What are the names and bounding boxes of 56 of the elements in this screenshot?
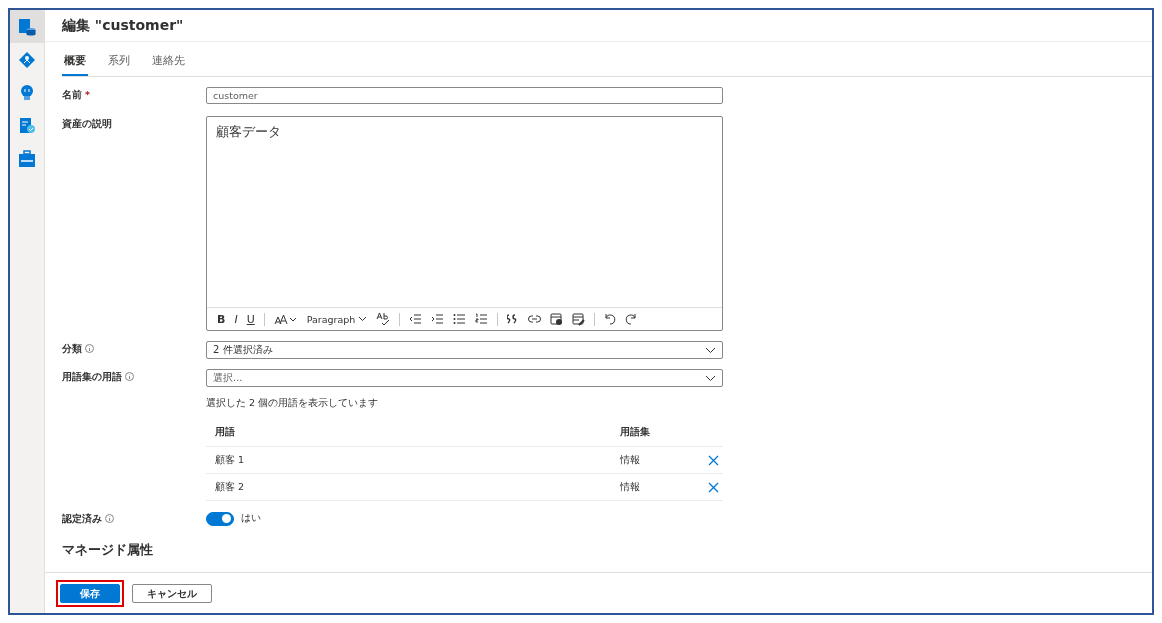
- table-cell-text: 顧客 2: [215, 480, 246, 494]
- bulleted-list-icon[interactable]: [453, 313, 467, 325]
- field-label: 認定済み: [62, 513, 102, 526]
- paragraph-dropdown[interactable]: Paragraph: [306, 313, 368, 325]
- description-text: 顧客データ: [216, 124, 281, 139]
- chevron-down-icon: [705, 346, 716, 354]
- tab[interactable]: 系列: [106, 54, 132, 74]
- numbered-list-icon[interactable]: [475, 313, 489, 325]
- spellcheck-icon[interactable]: [376, 312, 391, 326]
- diamond-icon: [18, 50, 36, 69]
- classification-dropdown[interactable]: 2 件選択済み: [206, 341, 723, 359]
- cancel-button[interactable]: キャンセル: [132, 583, 212, 603]
- chevron-down-icon: [358, 316, 368, 322]
- toggle-switch[interactable]: [206, 511, 234, 526]
- toggle-label: はい: [241, 512, 261, 525]
- column-header: 用語: [215, 425, 236, 439]
- tab[interactable]: 連絡先: [150, 54, 187, 74]
- name-input[interactable]: customer: [206, 87, 723, 104]
- section-heading: マネージド属性: [62, 542, 154, 559]
- selection-note: 選択した 2 個の用語を表示しています: [206, 397, 380, 410]
- data-asset-icon: [18, 17, 36, 36]
- toolbox-icon: [18, 149, 36, 168]
- certificate-icon: [18, 116, 36, 135]
- table-cell-text: 顧客 1: [215, 453, 246, 467]
- info-icon[interactable]: [105, 514, 114, 523]
- column-header: 用語集: [620, 425, 651, 439]
- remove-icon[interactable]: [708, 454, 719, 466]
- tab[interactable]: 概要: [62, 54, 88, 76]
- info-icon[interactable]: [85, 344, 94, 353]
- glossary-dropdown[interactable]: 選択...: [206, 369, 723, 387]
- table-cell-text: 情報: [620, 453, 641, 467]
- format-button[interactable]: B: [217, 312, 226, 326]
- redo-icon[interactable]: [625, 313, 638, 325]
- chevron-down-icon: [705, 374, 716, 382]
- field-label: 分類: [62, 343, 82, 356]
- save-button[interactable]: 保存: [60, 583, 120, 603]
- image-icon[interactable]: [550, 312, 564, 326]
- field-label: 資産の説明: [62, 118, 112, 131]
- remove-icon[interactable]: [708, 481, 719, 493]
- table-cell-text: 情報: [620, 480, 641, 494]
- required-asterisk: *: [85, 89, 90, 100]
- indent-icon[interactable]: [431, 313, 445, 325]
- table-edit-icon[interactable]: [572, 312, 586, 326]
- sidebar-item[interactable]: [10, 10, 44, 43]
- link-icon[interactable]: [528, 314, 542, 324]
- undo-icon[interactable]: [604, 313, 617, 325]
- font-size-icon[interactable]: [273, 313, 298, 325]
- outdent-icon[interactable]: [409, 313, 423, 325]
- format-button[interactable]: U: [246, 312, 255, 326]
- panel-title: 編集 "customer": [62, 16, 184, 35]
- lightbulb-icon: [18, 83, 36, 102]
- description-editor[interactable]: 顧客データ B I U Paragraph: [206, 116, 723, 331]
- field-label: 用語集の用語: [62, 371, 122, 384]
- info-icon[interactable]: [125, 372, 134, 381]
- field-label: 名前: [62, 89, 82, 102]
- format-button[interactable]: I: [234, 312, 238, 326]
